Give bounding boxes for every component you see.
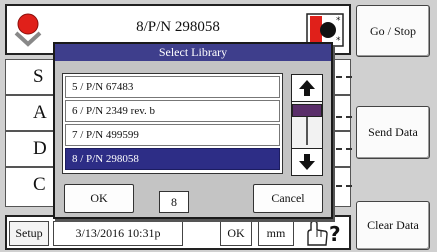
setup-button[interactable]: Setup	[9, 221, 49, 246]
units-button[interactable]: mm	[258, 221, 294, 246]
row-divider	[336, 116, 352, 118]
list-item[interactable]: 7 / P/N 499599	[65, 124, 280, 146]
row-label: A	[33, 102, 47, 123]
datetime-display: 3/13/2016 10:31p	[53, 221, 183, 246]
scrollbar-rail	[306, 117, 308, 145]
row-label: C	[33, 174, 46, 195]
row-label: S	[33, 66, 44, 87]
status-ok: OK	[220, 221, 252, 246]
red-indicator-icon[interactable]	[10, 11, 46, 49]
row-divider	[336, 76, 352, 78]
scrollbar-thumb[interactable]	[292, 104, 322, 117]
row-label: D	[33, 138, 47, 159]
svg-text:*: *	[336, 36, 341, 46]
send-data-button[interactable]: Send Data	[356, 106, 430, 159]
scroll-up-button[interactable]	[291, 74, 323, 102]
touch-help-icon[interactable]: ?	[300, 219, 348, 247]
svg-text:?: ?	[329, 222, 341, 246]
list-item[interactable]: 6 / P/N 2349 rev. b	[65, 100, 280, 122]
svg-text:*: *	[336, 16, 341, 26]
dialog-title: Select Library	[55, 44, 331, 61]
cancel-button[interactable]: Cancel	[253, 184, 323, 213]
ok-button[interactable]: OK	[64, 184, 134, 213]
status-bar: Setup 3/13/2016 10:31p OK mm ?	[5, 215, 351, 250]
row-divider	[336, 185, 352, 187]
arrow-down-icon	[299, 154, 315, 170]
list-item-selected[interactable]: 8 / P/N 298058	[65, 148, 280, 170]
select-library-dialog: Select Library 5 / P/N 67483 6 / P/N 234…	[53, 42, 333, 219]
go-stop-button[interactable]: Go / Stop	[356, 5, 430, 57]
row-divider	[336, 148, 352, 150]
arrow-up-icon	[299, 80, 315, 96]
device-screen: 8/P/N 298058 * * Go / Stop Send Data Cle…	[0, 0, 437, 252]
scroll-down-button[interactable]	[291, 148, 323, 176]
page-title: 8/P/N 298058	[136, 19, 220, 35]
selected-number: 8	[159, 191, 189, 213]
clear-data-button[interactable]: Clear Data	[356, 201, 430, 250]
scrollbar-track[interactable]	[291, 102, 323, 148]
library-list[interactable]: 5 / P/N 67483 6 / P/N 2349 rev. b 7 / P/…	[62, 73, 283, 174]
list-item[interactable]: 5 / P/N 67483	[65, 76, 280, 98]
